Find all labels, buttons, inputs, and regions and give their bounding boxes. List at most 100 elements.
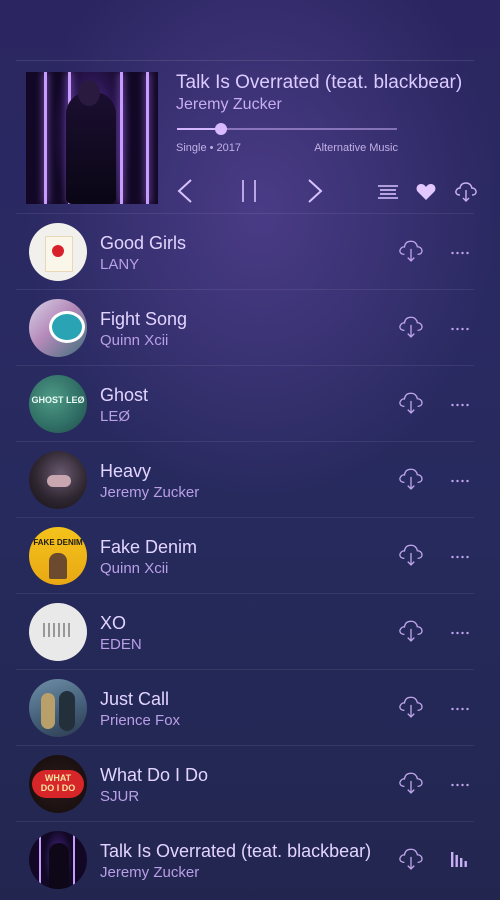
track-thumbnail: FAKE DENIM: [29, 527, 87, 585]
track-title: Fight Song: [100, 309, 188, 329]
album-cover-figure: [59, 691, 75, 731]
pause-icon: [242, 180, 256, 202]
track-row[interactable]: Heavy Jeremy Zucker: [16, 441, 474, 518]
track-thumbnail: WHAT DO I DO: [29, 755, 87, 813]
more-options-button[interactable]: [450, 707, 470, 711]
album-art-light: [73, 831, 75, 889]
download-button[interactable]: [397, 618, 425, 647]
now-playing-panel: Talk Is Overrated (teat. blackbear) Jere…: [26, 72, 478, 204]
now-playing-title: Talk Is Overrated (teat. blackbear): [176, 72, 463, 93]
now-playing-album-art[interactable]: [26, 72, 158, 204]
track-title: What Do I Do: [100, 765, 209, 785]
album-cover-text: GHOST LEØ: [31, 395, 85, 405]
track-artist: Jeremy Zucker: [100, 484, 200, 501]
rose-icon: [52, 245, 64, 257]
cloud-download-icon: [455, 182, 477, 202]
track-title: Heavy: [100, 461, 152, 481]
track-thumbnail: [29, 679, 87, 737]
genre-label: Alternative Music: [314, 142, 398, 154]
track-artist: Jeremy Zucker: [100, 864, 200, 881]
album-cover-figure: [49, 553, 67, 579]
album-art-head: [78, 80, 100, 106]
pause-button[interactable]: [239, 179, 259, 203]
track-title: Fake Denim: [100, 537, 198, 557]
more-options-button[interactable]: [450, 403, 470, 407]
download-button[interactable]: [397, 314, 425, 343]
track-artist: SJUR: [100, 788, 140, 805]
more-options-button[interactable]: [450, 631, 470, 635]
queue-button[interactable]: [377, 184, 399, 200]
album-cover-text: WHAT DO I DO: [40, 773, 76, 793]
track-artist: EDEN: [100, 636, 142, 653]
track-title: Ghost: [100, 385, 149, 405]
equalizer-icon: [450, 851, 470, 872]
album-art-figure: [66, 92, 116, 204]
cloud-download-icon: [399, 848, 423, 870]
track-row[interactable]: Just Call Prience Fox: [16, 669, 474, 746]
track-row[interactable]: FAKE DENIM Fake Denim Quinn Xcii: [16, 517, 474, 594]
download-button[interactable]: [397, 466, 425, 495]
like-button[interactable]: [416, 183, 436, 201]
track-title: XO: [100, 613, 127, 633]
download-button[interactable]: [454, 180, 478, 202]
track-title: Just Call: [100, 689, 170, 709]
queue-list-icon: [378, 185, 398, 199]
playback-progress-knob[interactable]: [215, 123, 227, 135]
track-artist: LEØ: [100, 408, 131, 425]
next-button[interactable]: [306, 178, 324, 204]
cloud-download-icon: [399, 620, 423, 642]
track-title: Good Girls: [100, 233, 187, 253]
download-button[interactable]: [397, 846, 425, 875]
track-artist: Quinn Xcii: [100, 560, 169, 577]
track-title: Talk Is Overrated (teat. blackbear): [100, 841, 372, 861]
track-artist: Quinn Xcii: [100, 332, 169, 349]
track-row-now-playing[interactable]: Talk Is Overrated (teat. blackbear) Jere…: [16, 821, 474, 898]
track-thumbnail: [29, 603, 87, 661]
chevron-left-icon: [177, 179, 192, 203]
track-thumbnail: [29, 223, 87, 281]
release-info: Single • 2017: [176, 142, 242, 154]
album-cover-pattern: [43, 623, 73, 637]
header-divider: [16, 60, 474, 61]
track-row[interactable]: XO EDEN: [16, 593, 474, 670]
heart-icon: [416, 184, 436, 200]
download-button[interactable]: [397, 694, 425, 723]
cloud-download-icon: [399, 392, 423, 414]
album-cover-porthole: [49, 311, 85, 343]
track-thumbnail: [29, 299, 87, 357]
album-art-light: [39, 831, 41, 889]
track-thumbnail: [29, 831, 87, 889]
track-row[interactable]: WHAT DO I DO What Do I Do SJUR: [16, 745, 474, 822]
album-art-light: [44, 72, 47, 204]
playback-progress-slider[interactable]: [177, 123, 397, 135]
chevron-right-icon: [308, 179, 323, 203]
download-button[interactable]: [397, 542, 425, 571]
more-options-button[interactable]: [450, 327, 470, 331]
cloud-download-icon: [399, 544, 423, 566]
download-button[interactable]: [397, 390, 425, 419]
cloud-download-icon: [399, 696, 423, 718]
now-playing-artist[interactable]: Jeremy Zucker: [176, 96, 282, 114]
download-button[interactable]: [397, 238, 425, 267]
more-options-button[interactable]: [450, 783, 470, 787]
track-thumbnail: GHOST LEØ: [29, 375, 87, 433]
more-options-button[interactable]: [450, 479, 470, 483]
album-art-light: [146, 72, 149, 204]
more-options-button[interactable]: [450, 251, 470, 255]
previous-button[interactable]: [176, 178, 194, 204]
more-options-button[interactable]: [450, 555, 470, 559]
album-cover-text: FAKE DENIM: [33, 538, 83, 547]
cloud-download-icon: [399, 316, 423, 338]
track-artist: LANY: [100, 256, 140, 273]
cloud-download-icon: [399, 772, 423, 794]
cloud-download-icon: [399, 468, 423, 490]
album-cover-hand: [47, 475, 71, 487]
track-thumbnail: [29, 451, 87, 509]
download-button[interactable]: [397, 770, 425, 799]
cloud-download-icon: [399, 240, 423, 262]
album-cover-figure: [41, 693, 55, 729]
album-art-light: [120, 72, 123, 204]
track-row[interactable]: Fight Song Quinn Xcii: [16, 289, 474, 366]
track-row[interactable]: Good Girls LANY: [16, 213, 474, 290]
track-row[interactable]: GHOST LEØ Ghost LEØ: [16, 365, 474, 442]
